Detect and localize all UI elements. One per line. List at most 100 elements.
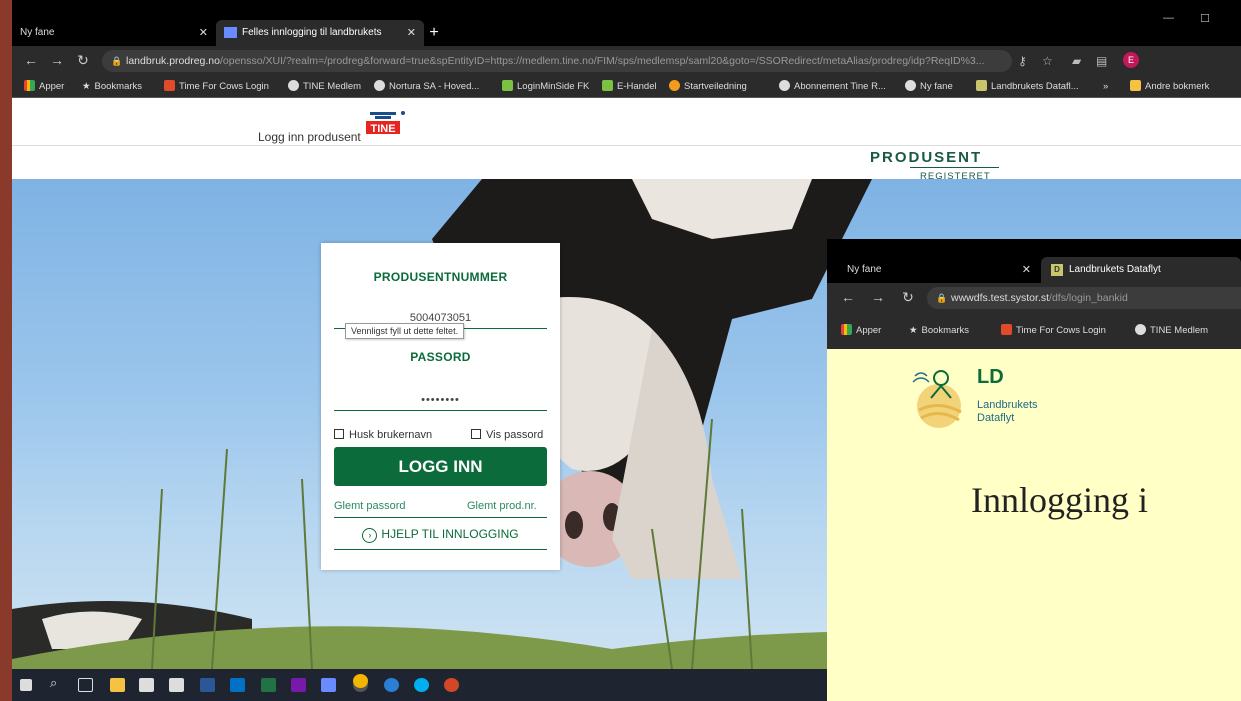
forgot-password-link[interactable]: Glemt passord [334, 500, 406, 512]
url-path: /dfs/login_bankid [1049, 292, 1128, 304]
login-card: PRODUSENTNUMMER Vennligst fyll ut dette … [321, 243, 560, 570]
outlook-icon[interactable] [230, 678, 245, 692]
tab-label: Landbrukets Dataflyt [1069, 264, 1161, 275]
extension-icon[interactable]: ▤ [1096, 54, 1107, 68]
chevron-right-circle-icon: › [362, 528, 378, 543]
bookmarks-bar: Apper ★ Bookmarks Time For Cows Login TIN… [827, 313, 1241, 349]
help-login-link[interactable]: › HJELP TIL INNLOGGING [321, 527, 560, 543]
excel-icon[interactable] [261, 678, 276, 692]
reload-icon[interactable]: ↻ [899, 289, 917, 306]
lock-icon: 🔒 [111, 56, 123, 66]
login-button[interactable]: LOGG INN [334, 447, 547, 486]
forward-arrow-icon[interactable]: → [48, 52, 66, 68]
tab-new-tab[interactable]: Ny fane ✕ [835, 257, 1031, 283]
bookmark-tine-medlem[interactable]: TINE Medlem [1135, 320, 1208, 342]
tine-logo: TINE [366, 111, 405, 135]
tab-label: Felles innlogging til landbrukets [242, 27, 382, 38]
bookmark-ehandel[interactable]: E-Handel [602, 76, 657, 98]
profile-avatar[interactable]: E [1123, 52, 1139, 68]
skype-icon[interactable] [414, 678, 429, 692]
chrome-icon[interactable] [353, 674, 368, 688]
task-view-icon[interactable] [78, 678, 93, 692]
maximize-icon[interactable]: ☐ [1200, 12, 1210, 25]
password-input[interactable] [334, 389, 547, 411]
bookmark-abonnement[interactable]: Abonnement Tine R... [779, 76, 886, 98]
bookmark-bookmarks[interactable]: ★ Bookmarks [82, 76, 142, 98]
bookmark-apps[interactable]: Apper [841, 320, 881, 342]
back-arrow-icon[interactable]: ← [839, 289, 857, 305]
validation-tooltip: Vennligst fyll ut dette feltet. [345, 323, 465, 339]
bookmark-startveiledning[interactable]: Startveiledning [669, 76, 747, 98]
word-icon[interactable] [200, 678, 215, 692]
divider [334, 517, 547, 518]
logo-subtitle-line2: Dataflyt [977, 412, 1015, 424]
tab-landbrukets-dataflyt[interactable]: D Landbrukets Dataflyt [1041, 257, 1241, 283]
time-for-cows-icon [164, 80, 175, 91]
dataflyt-icon [976, 80, 987, 91]
bookmark-nortura[interactable]: Nortura SA - Hoved... [374, 76, 479, 98]
bookmark-other[interactable]: Andre bokmerk [1130, 76, 1209, 98]
forgot-prodnr-link[interactable]: Glemt prod.nr. [467, 500, 537, 512]
show-password-checkbox[interactable]: Vis passord [471, 429, 543, 441]
back-arrow-icon[interactable]: ← [22, 52, 40, 68]
new-tab-button[interactable]: + [422, 20, 446, 46]
bookmark-time-for-cows[interactable]: Time For Cows Login [1001, 320, 1106, 342]
bookmark-tine-medlem[interactable]: TINE Medlem [288, 76, 361, 98]
reload-icon[interactable]: ↻ [74, 52, 92, 69]
close-icon[interactable]: ✕ [199, 20, 208, 46]
page-header: Logg inn produsent [12, 98, 1241, 146]
checkbox-icon[interactable] [334, 429, 344, 439]
address-bar[interactable]: 🔒 wwwdfs.test.systor.st/dfs/login_bankid [927, 287, 1241, 309]
search-icon[interactable]: ⌕ [50, 675, 65, 690]
dataflyt-favicon-icon: D [1051, 264, 1063, 276]
close-icon[interactable]: ✕ [1022, 257, 1031, 283]
divider [334, 549, 547, 550]
onenote-icon[interactable] [291, 678, 306, 692]
file-explorer-icon[interactable] [110, 678, 125, 692]
address-bar[interactable]: 🔒 landbruk.prodreg.no/opensso/XUI/?realm… [102, 50, 1012, 72]
forward-arrow-icon[interactable]: → [869, 289, 887, 305]
key-icon[interactable]: ⚷ [1018, 54, 1027, 68]
apps-grid-icon [841, 324, 852, 335]
globe-icon [1135, 324, 1146, 335]
tab-new-tab[interactable]: Ny fane ✕ [12, 20, 216, 46]
apps-grid-icon [24, 80, 35, 91]
star-icon: ★ [909, 325, 918, 336]
minimize-icon[interactable]: — [1163, 12, 1174, 24]
store-icon[interactable] [139, 678, 154, 692]
windows-start-icon[interactable] [20, 679, 32, 691]
close-icon[interactable]: ✕ [407, 20, 416, 46]
time-for-cows-icon [1001, 324, 1012, 335]
fk-icon [602, 80, 613, 91]
globe-icon [779, 80, 790, 91]
overlay-browser-window: Ny fane ✕ D Landbrukets Dataflyt ← → ↻ 🔒… [827, 239, 1241, 701]
url-host: wwwdfs.test.systor.st [951, 292, 1050, 304]
landbrukets-dataflyt-logo [912, 370, 962, 428]
chrome-icon [669, 80, 680, 91]
bookmark-apps[interactable]: Apper [24, 76, 64, 98]
bookmark-loginminside[interactable]: LoginMinSide FK [502, 76, 589, 98]
powerpoint-icon[interactable] [444, 678, 459, 692]
bookmark-bookmarks[interactable]: ★ Bookmarks [909, 320, 969, 342]
tab-label: Ny fane [20, 27, 55, 38]
login-producer-label: Logg inn produsent [258, 130, 361, 144]
star-icon[interactable]: ☆ [1042, 54, 1053, 68]
tine-logo-text: TINE [370, 123, 395, 135]
producer-number-label: PRODUSENTNUMMER [373, 270, 508, 284]
folder-icon [1130, 80, 1141, 91]
checkbox-icon[interactable] [471, 429, 481, 439]
extension-icon[interactable]: ▰ [1072, 54, 1081, 68]
bookmark-ny-fane[interactable]: Ny fane [905, 76, 953, 98]
globe-icon [288, 80, 299, 91]
remember-username-checkbox[interactable]: Husk brukernavn [334, 429, 432, 441]
lock-icon: 🔒 [936, 293, 948, 303]
tab-felles-innlogging[interactable]: Felles innlogging til landbrukets ✕ [216, 20, 424, 46]
brand-title: PRODUSENT [870, 149, 983, 166]
bookmarks-overflow-button[interactable]: » [1103, 76, 1108, 98]
bookmark-landbrukets-dataflyt[interactable]: Landbrukets Datafl... [976, 76, 1079, 98]
internet-explorer-icon[interactable] [384, 678, 399, 692]
app-icon[interactable] [321, 678, 336, 692]
globe-icon [905, 80, 916, 91]
mail-icon[interactable] [169, 678, 184, 692]
bookmark-time-for-cows[interactable]: Time For Cows Login [164, 76, 269, 98]
